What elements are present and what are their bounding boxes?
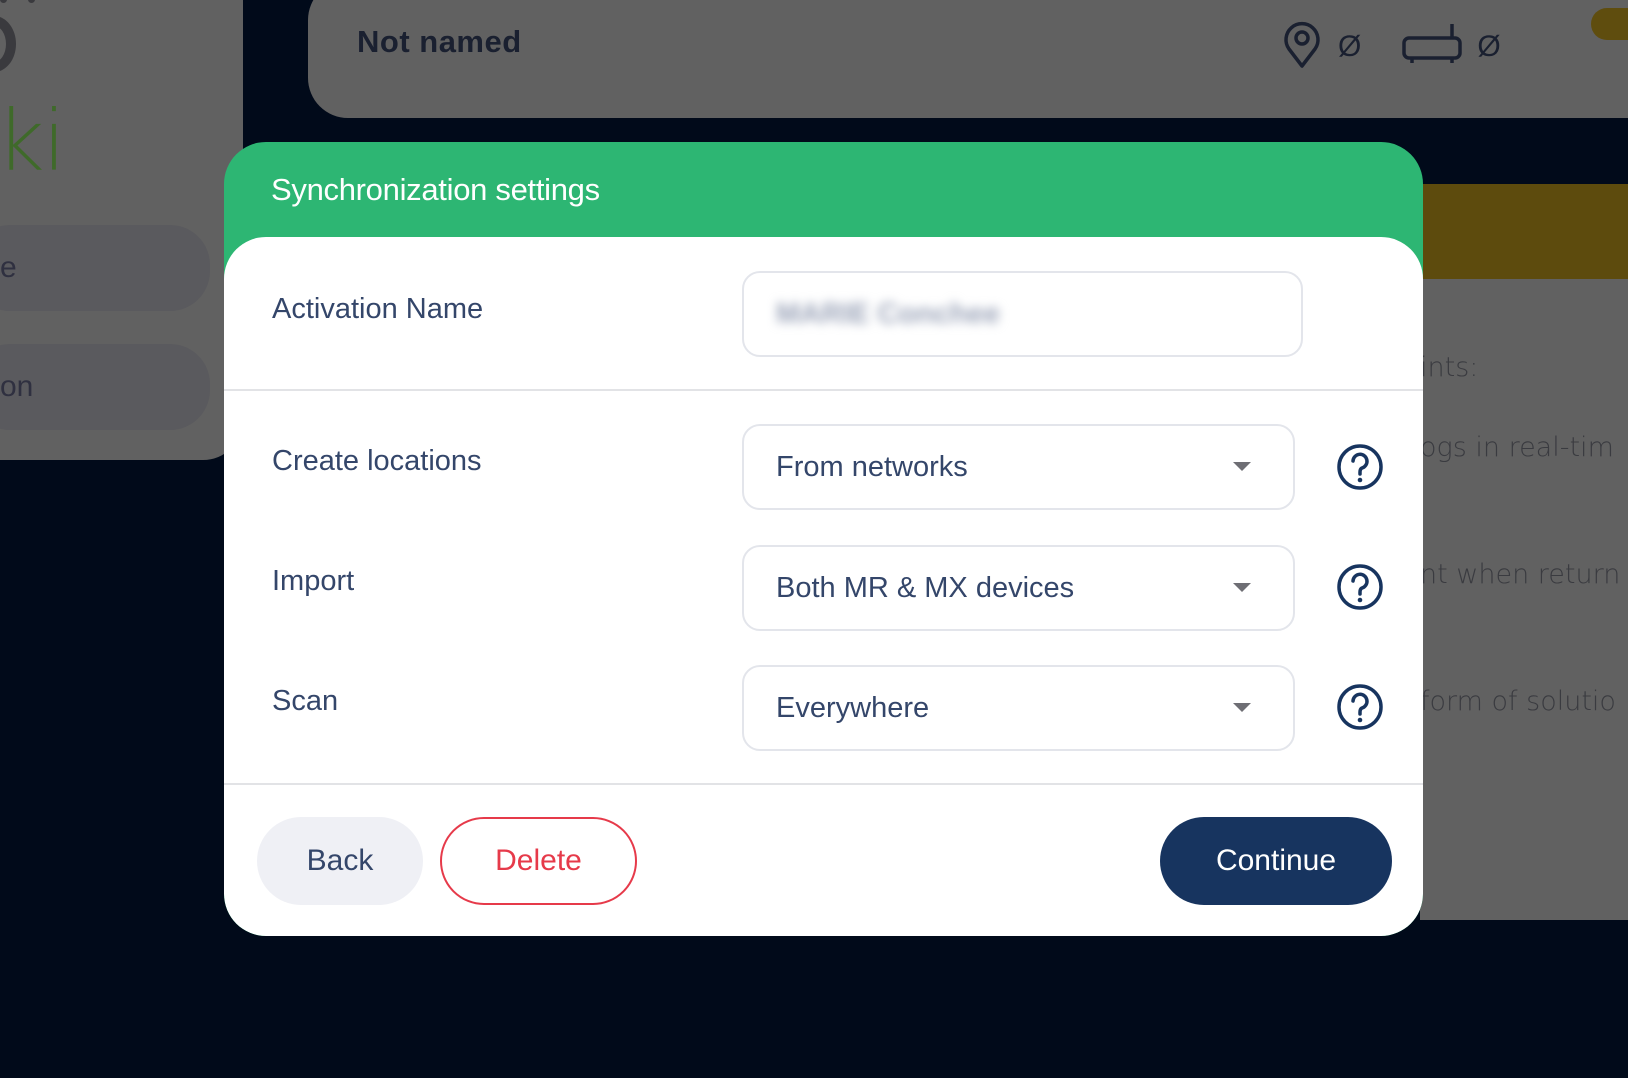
sidebar-item-label: e xyxy=(0,251,17,284)
sidebar-item: on xyxy=(0,344,210,430)
info-text: nt when return xyxy=(1420,559,1621,590)
chevron-down-icon xyxy=(1233,462,1251,471)
logo-text: ki xyxy=(0,92,66,190)
import-select[interactable]: Both MR & MX devices xyxy=(742,545,1295,631)
chevron-down-icon xyxy=(1233,583,1251,592)
logo-mark xyxy=(0,16,16,72)
background-info-panel: ints: ogs in real-tim nt when return for… xyxy=(1420,184,1628,920)
network-stats: Ø Ø xyxy=(1280,18,1519,75)
sidebar-item-label: on xyxy=(0,370,34,403)
create-locations-select[interactable]: From networks xyxy=(742,424,1295,510)
synchronization-settings-dialog: Synchronization settings Activation Name… xyxy=(224,142,1423,936)
create-locations-help-icon[interactable] xyxy=(1336,443,1384,491)
sidebar-item: e xyxy=(0,225,210,311)
section-divider xyxy=(224,389,1423,391)
info-text: form of solutio xyxy=(1420,686,1616,717)
dialog-title: Synchronization settings xyxy=(271,172,600,207)
info-text: ints: xyxy=(1420,352,1479,383)
logo-dots xyxy=(0,0,40,4)
scan-select[interactable]: Everywhere xyxy=(742,665,1295,751)
location-count: Ø xyxy=(1338,29,1362,63)
continue-button[interactable]: Continue xyxy=(1160,817,1392,905)
scan-value: Everywhere xyxy=(776,692,930,724)
location-pin-icon xyxy=(1280,18,1324,75)
import-help-icon[interactable] xyxy=(1336,563,1384,611)
info-panel-banner xyxy=(1420,184,1628,279)
info-text: ogs in real-tim xyxy=(1420,432,1614,463)
scan-help-icon[interactable] xyxy=(1336,683,1384,731)
router-icon xyxy=(1401,22,1463,71)
activation-name-label: Activation Name xyxy=(272,293,484,325)
create-locations-label: Create locations xyxy=(272,445,482,477)
back-button[interactable]: Back xyxy=(257,817,423,905)
scan-label: Scan xyxy=(272,685,339,717)
chevron-down-icon xyxy=(1233,703,1251,712)
import-label: Import xyxy=(272,565,355,597)
activation-name-input[interactable]: MARIE Conchee xyxy=(742,271,1303,357)
delete-button[interactable]: Delete xyxy=(440,817,637,905)
create-locations-value: From networks xyxy=(776,451,968,483)
device-count: Ø xyxy=(1477,29,1501,63)
footer-divider xyxy=(224,783,1423,785)
import-value: Both MR & MX devices xyxy=(776,572,1075,604)
background-network-card: Not named Ø Ø xyxy=(308,0,1628,118)
background-sidebar: ki e on xyxy=(0,0,243,460)
network-name: Not named xyxy=(357,24,522,59)
dialog-body: Activation Name MARIE Conchee Create loc… xyxy=(224,237,1423,936)
status-pill xyxy=(1591,8,1628,40)
activation-name-value: MARIE Conchee xyxy=(776,298,1000,330)
